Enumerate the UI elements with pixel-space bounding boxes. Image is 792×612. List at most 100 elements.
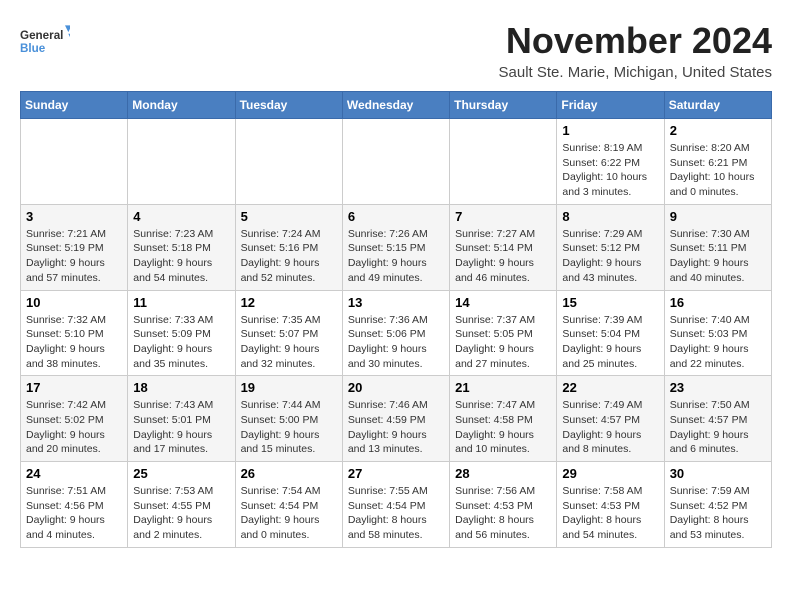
title-area: November 2024 Sault Ste. Marie, Michigan…: [499, 20, 772, 81]
calendar-week-3: 10 Sunrise: 7:32 AM Sunset: 5:10 PM Dayli…: [21, 290, 772, 376]
day-info: Sunrise: 8:19 AM Sunset: 6:22 PM Dayligh…: [562, 141, 658, 200]
day-info: Sunrise: 7:32 AM Sunset: 5:10 PM Dayligh…: [26, 313, 122, 372]
calendar-cell: 26 Sunrise: 7:54 AM Sunset: 4:54 PM Dayli…: [235, 462, 342, 548]
calendar-body: 1 Sunrise: 8:19 AM Sunset: 6:22 PM Daylig…: [21, 119, 772, 548]
weekday-header-sunday: Sunday: [21, 92, 128, 119]
day-info: Sunrise: 7:39 AM Sunset: 5:04 PM Dayligh…: [562, 313, 658, 372]
day-number: 18: [133, 380, 229, 395]
day-info: Sunrise: 7:50 AM Sunset: 4:57 PM Dayligh…: [670, 398, 766, 457]
day-number: 19: [241, 380, 337, 395]
calendar-cell: 27 Sunrise: 7:55 AM Sunset: 4:54 PM Dayli…: [342, 462, 449, 548]
day-number: 27: [348, 466, 444, 481]
calendar-cell: 3 Sunrise: 7:21 AM Sunset: 5:19 PM Daylig…: [21, 204, 128, 290]
day-number: 10: [26, 295, 122, 310]
calendar-cell: 9Sunrise: 7:30 AM Sunset: 5:11 PM Daylig…: [664, 204, 771, 290]
day-number: 23: [670, 380, 766, 395]
calendar-cell: 24Sunrise: 7:51 AM Sunset: 4:56 PM Dayli…: [21, 462, 128, 548]
day-info: Sunrise: 7:36 AM Sunset: 5:06 PM Dayligh…: [348, 313, 444, 372]
location: Sault Ste. Marie, Michigan, United State…: [499, 64, 772, 81]
calendar-cell: 15 Sunrise: 7:39 AM Sunset: 5:04 PM Dayli…: [557, 290, 664, 376]
day-info: Sunrise: 7:23 AM Sunset: 5:18 PM Dayligh…: [133, 227, 229, 286]
day-number: 22: [562, 380, 658, 395]
day-info: Sunrise: 7:55 AM Sunset: 4:54 PM Dayligh…: [348, 484, 444, 543]
day-info: Sunrise: 7:26 AM Sunset: 5:15 PM Dayligh…: [348, 227, 444, 286]
calendar-cell: 30 Sunrise: 7:59 AM Sunset: 4:52 PM Dayli…: [664, 462, 771, 548]
day-number: 15: [562, 295, 658, 310]
day-number: 1: [562, 123, 658, 138]
day-number: 25: [133, 466, 229, 481]
weekday-header-wednesday: Wednesday: [342, 92, 449, 119]
calendar-cell: 22 Sunrise: 7:49 AM Sunset: 4:57 PM Dayli…: [557, 376, 664, 462]
day-number: 28: [455, 466, 551, 481]
day-number: 24: [26, 466, 122, 481]
calendar-cell: 16 Sunrise: 7:40 AM Sunset: 5:03 PM Dayli…: [664, 290, 771, 376]
calendar-cell: 13Sunrise: 7:36 AM Sunset: 5:06 PM Dayli…: [342, 290, 449, 376]
calendar-cell: 10 Sunrise: 7:32 AM Sunset: 5:10 PM Dayli…: [21, 290, 128, 376]
day-info: Sunrise: 7:42 AM Sunset: 5:02 PM Dayligh…: [26, 398, 122, 457]
svg-text:General: General: [20, 29, 63, 42]
calendar-cell: 6Sunrise: 7:26 AM Sunset: 5:15 PM Daylig…: [342, 204, 449, 290]
calendar-week-1: 1 Sunrise: 8:19 AM Sunset: 6:22 PM Daylig…: [21, 119, 772, 205]
header: General Blue November 2024 Sault Ste. Ma…: [20, 20, 772, 81]
day-info: Sunrise: 7:56 AM Sunset: 4:53 PM Dayligh…: [455, 484, 551, 543]
day-number: 2: [670, 123, 766, 138]
calendar-week-4: 17 Sunrise: 7:42 AM Sunset: 5:02 PM Dayli…: [21, 376, 772, 462]
day-number: 8: [562, 209, 658, 224]
weekday-header-saturday: Saturday: [664, 92, 771, 119]
calendar-cell: [21, 119, 128, 205]
calendar-week-2: 3 Sunrise: 7:21 AM Sunset: 5:19 PM Daylig…: [21, 204, 772, 290]
calendar: SundayMondayTuesdayWednesdayThursdayFrid…: [20, 91, 772, 548]
calendar-cell: 8 Sunrise: 7:29 AM Sunset: 5:12 PM Daylig…: [557, 204, 664, 290]
calendar-cell: 11Sunrise: 7:33 AM Sunset: 5:09 PM Dayli…: [128, 290, 235, 376]
calendar-cell: 14 Sunrise: 7:37 AM Sunset: 5:05 PM Dayli…: [450, 290, 557, 376]
day-info: Sunrise: 7:30 AM Sunset: 5:11 PM Dayligh…: [670, 227, 766, 286]
day-number: 20: [348, 380, 444, 395]
calendar-cell: 21 Sunrise: 7:47 AM Sunset: 4:58 PM Dayli…: [450, 376, 557, 462]
day-info: Sunrise: 7:43 AM Sunset: 5:01 PM Dayligh…: [133, 398, 229, 457]
day-number: 17: [26, 380, 122, 395]
day-info: Sunrise: 7:21 AM Sunset: 5:19 PM Dayligh…: [26, 227, 122, 286]
calendar-cell: 28 Sunrise: 7:56 AM Sunset: 4:53 PM Dayli…: [450, 462, 557, 548]
day-number: 16: [670, 295, 766, 310]
day-info: Sunrise: 7:47 AM Sunset: 4:58 PM Dayligh…: [455, 398, 551, 457]
day-info: Sunrise: 7:37 AM Sunset: 5:05 PM Dayligh…: [455, 313, 551, 372]
logo-svg: General Blue: [20, 20, 70, 65]
day-info: Sunrise: 7:49 AM Sunset: 4:57 PM Dayligh…: [562, 398, 658, 457]
calendar-cell: 18 Sunrise: 7:43 AM Sunset: 5:01 PM Dayli…: [128, 376, 235, 462]
calendar-cell: 17 Sunrise: 7:42 AM Sunset: 5:02 PM Dayli…: [21, 376, 128, 462]
day-number: 7: [455, 209, 551, 224]
day-info: Sunrise: 7:29 AM Sunset: 5:12 PM Dayligh…: [562, 227, 658, 286]
day-info: Sunrise: 7:33 AM Sunset: 5:09 PM Dayligh…: [133, 313, 229, 372]
calendar-cell: 19Sunrise: 7:44 AM Sunset: 5:00 PM Dayli…: [235, 376, 342, 462]
day-info: Sunrise: 7:27 AM Sunset: 5:14 PM Dayligh…: [455, 227, 551, 286]
day-number: 12: [241, 295, 337, 310]
day-number: 14: [455, 295, 551, 310]
calendar-cell: 5Sunrise: 7:24 AM Sunset: 5:16 PM Daylig…: [235, 204, 342, 290]
day-info: Sunrise: 7:59 AM Sunset: 4:52 PM Dayligh…: [670, 484, 766, 543]
day-number: 29: [562, 466, 658, 481]
calendar-cell: 25Sunrise: 7:53 AM Sunset: 4:55 PM Dayli…: [128, 462, 235, 548]
day-info: Sunrise: 7:54 AM Sunset: 4:54 PM Dayligh…: [241, 484, 337, 543]
calendar-cell: 1 Sunrise: 8:19 AM Sunset: 6:22 PM Daylig…: [557, 119, 664, 205]
calendar-cell: [450, 119, 557, 205]
day-info: Sunrise: 7:46 AM Sunset: 4:59 PM Dayligh…: [348, 398, 444, 457]
calendar-week-5: 24Sunrise: 7:51 AM Sunset: 4:56 PM Dayli…: [21, 462, 772, 548]
day-number: 21: [455, 380, 551, 395]
day-number: 30: [670, 466, 766, 481]
calendar-cell: [342, 119, 449, 205]
day-number: 26: [241, 466, 337, 481]
calendar-cell: 23 Sunrise: 7:50 AM Sunset: 4:57 PM Dayli…: [664, 376, 771, 462]
weekday-row: SundayMondayTuesdayWednesdayThursdayFrid…: [21, 92, 772, 119]
calendar-cell: 7 Sunrise: 7:27 AM Sunset: 5:14 PM Daylig…: [450, 204, 557, 290]
day-number: 5: [241, 209, 337, 224]
weekday-header-tuesday: Tuesday: [235, 92, 342, 119]
calendar-cell: [235, 119, 342, 205]
svg-text:Blue: Blue: [20, 42, 46, 55]
day-number: 3: [26, 209, 122, 224]
month-title: November 2024: [499, 20, 772, 62]
weekday-header-friday: Friday: [557, 92, 664, 119]
weekday-header-thursday: Thursday: [450, 92, 557, 119]
calendar-cell: 12Sunrise: 7:35 AM Sunset: 5:07 PM Dayli…: [235, 290, 342, 376]
day-info: Sunrise: 7:40 AM Sunset: 5:03 PM Dayligh…: [670, 313, 766, 372]
day-number: 4: [133, 209, 229, 224]
